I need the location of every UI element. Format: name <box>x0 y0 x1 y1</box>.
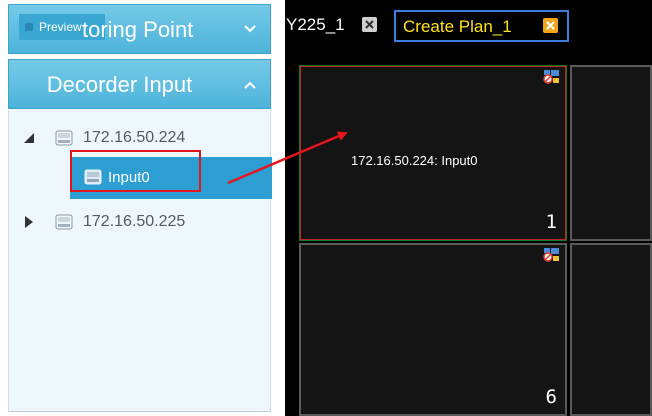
window-cell-7[interactable] <box>570 243 652 416</box>
decoder-input-title: Decorder Input <box>46 72 193 97</box>
collapsed-triangle-icon[interactable] <box>23 208 35 236</box>
stream-status-icon <box>543 70 559 84</box>
highlight-box <box>70 150 201 192</box>
window-number: 6 <box>545 386 557 408</box>
left-panel: Preview toring Point Decorder Input 172.… <box>0 0 277 416</box>
tab-label: Create Plan_1 <box>403 17 512 36</box>
decoder-device-icon <box>55 214 73 230</box>
tab-create-plan[interactable]: Create Plan_1 <box>394 10 569 42</box>
preview-tab-label: Preview <box>39 20 82 34</box>
plan-tab-bar: Y225_1 Create Plan_1 <box>285 0 652 48</box>
plan-view: Y225_1 Create Plan_1 172.16.50.224: Inpu… <box>285 0 652 416</box>
monitoring-point-title: toring Point <box>82 17 194 42</box>
window-source-label: 172.16.50.224: Input0 <box>351 153 478 168</box>
decoder-device-icon <box>55 130 73 146</box>
close-icon[interactable] <box>362 17 377 32</box>
expanded-triangle-icon[interactable] <box>23 124 35 152</box>
tree-item-host-2[interactable]: 172.16.50.225 <box>9 208 272 236</box>
window-number: 1 <box>545 211 557 233</box>
tab-label: Y225_1 <box>286 15 345 34</box>
window-cell-2[interactable] <box>570 65 652 241</box>
tree-item-label: 172.16.50.225 <box>83 213 186 230</box>
tab-y225[interactable]: Y225_1 <box>285 10 389 42</box>
monitoring-point-header[interactable]: Preview toring Point <box>8 4 271 54</box>
tree-item-host-1[interactable]: 172.16.50.224 <box>9 124 272 152</box>
chevron-up-icon[interactable] <box>240 60 260 108</box>
window-grid: 172.16.50.224: Input0 1 6 <box>285 52 652 416</box>
window-cell-6[interactable]: 6 <box>299 243 567 416</box>
chevron-down-icon[interactable] <box>240 5 260 53</box>
window-cell-1[interactable]: 172.16.50.224: Input0 1 <box>299 65 567 241</box>
decoder-input-header[interactable]: Decorder Input <box>8 59 271 109</box>
stream-status-icon <box>543 248 559 262</box>
tree-item-label: 172.16.50.224 <box>83 129 186 146</box>
preview-pin-icon <box>25 23 33 31</box>
close-icon[interactable] <box>543 18 558 33</box>
tree-border <box>8 411 271 412</box>
